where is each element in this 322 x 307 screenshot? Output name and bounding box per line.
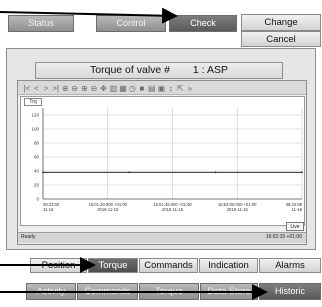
- indication-button[interactable]: Indication: [199, 258, 258, 273]
- y-tick-label: 40: [34, 169, 40, 174]
- tab-activity[interactable]: Activity: [26, 283, 76, 300]
- grid-icon[interactable]: ▦: [119, 85, 127, 93]
- cursor-icon[interactable]: ↕: [167, 85, 174, 93]
- tab-historic[interactable]: Historic: [259, 283, 321, 300]
- next-icon[interactable]: >: [42, 85, 49, 93]
- torque-data-point: [128, 171, 131, 174]
- prev-icon[interactable]: <: [33, 85, 40, 93]
- alarms-button[interactable]: Alarms: [259, 258, 321, 273]
- tab-commands[interactable]: Commands: [77, 283, 138, 300]
- y-tick-label: 100: [31, 127, 39, 132]
- commands-button[interactable]: Commands: [139, 258, 198, 273]
- status-text: Ready: [21, 234, 36, 240]
- tab-data-store[interactable]: Data Store: [200, 283, 258, 300]
- bars-icon[interactable]: ▥: [110, 85, 118, 93]
- x-tick-date: 11-16: [292, 207, 303, 212]
- tab-torque[interactable]: Torque: [139, 283, 199, 300]
- window-title: Torque of valve #: [90, 64, 170, 76]
- trend-toolbar: |< < > >| ⊕ ⊖ ⊕ ⊖ ✥ ▥ ▦ ◷ ■ ▤ ▣ ↕ ⇱»: [18, 81, 306, 95]
- zoom-out-icon[interactable]: ⊖: [71, 85, 78, 93]
- y-tick-label: 80: [34, 141, 40, 146]
- print-icon[interactable]: ▤: [148, 85, 156, 93]
- x-tick-date: 2018-11-15: [227, 207, 249, 212]
- torque-data-point: [42, 171, 44, 174]
- y-tick-label: 120: [31, 113, 39, 118]
- x-tick-date: 2018-11-15: [162, 207, 184, 212]
- window-title-bar: Torque of valve # 1 : ASP: [35, 62, 283, 79]
- cancel-button[interactable]: Cancel: [241, 31, 321, 47]
- x-tick-date: 2018-11-15: [97, 207, 119, 212]
- pan-icon[interactable]: ✥: [100, 85, 107, 93]
- last-icon[interactable]: >|: [52, 85, 59, 93]
- torque-data-point: [301, 171, 303, 174]
- y-tick-label: 20: [34, 183, 40, 188]
- more-icon[interactable]: »: [186, 85, 193, 93]
- stop-icon[interactable]: ■: [138, 85, 145, 93]
- torque-chart[interactable]: 02040608010012008:23:0011-1615:01:30.000…: [20, 96, 305, 226]
- scale-icon[interactable]: ⇱: [177, 85, 184, 93]
- zoom-x-icon[interactable]: ⊕: [81, 85, 88, 93]
- tab-status[interactable]: Status: [8, 15, 74, 32]
- live-button[interactable]: Live: [286, 222, 304, 231]
- zoom-y-icon[interactable]: ⊖: [90, 85, 98, 93]
- first-icon[interactable]: |<: [23, 85, 30, 93]
- status-time: 16:02:15 +01:00: [265, 234, 302, 240]
- position-button[interactable]: Position: [30, 258, 87, 273]
- x-tick-date: 11-16: [43, 207, 54, 212]
- y-tick-label: 0: [36, 197, 39, 202]
- torque-data-point: [214, 171, 217, 174]
- change-button[interactable]: Change: [241, 14, 321, 31]
- tab-check[interactable]: Check: [169, 15, 237, 32]
- status-bar: Ready 16:02:15 +01:00: [18, 232, 306, 243]
- clock-icon[interactable]: ◷: [129, 85, 136, 93]
- export-icon[interactable]: ▣: [158, 85, 166, 93]
- zoom-in-icon[interactable]: ⊕: [62, 85, 69, 93]
- torque-button[interactable]: Torque: [88, 258, 138, 273]
- valve-number: 1: [192, 64, 199, 76]
- tab-control[interactable]: Control: [96, 15, 166, 32]
- y-tick-label: 60: [34, 155, 40, 160]
- valve-name: : ASP: [201, 64, 228, 76]
